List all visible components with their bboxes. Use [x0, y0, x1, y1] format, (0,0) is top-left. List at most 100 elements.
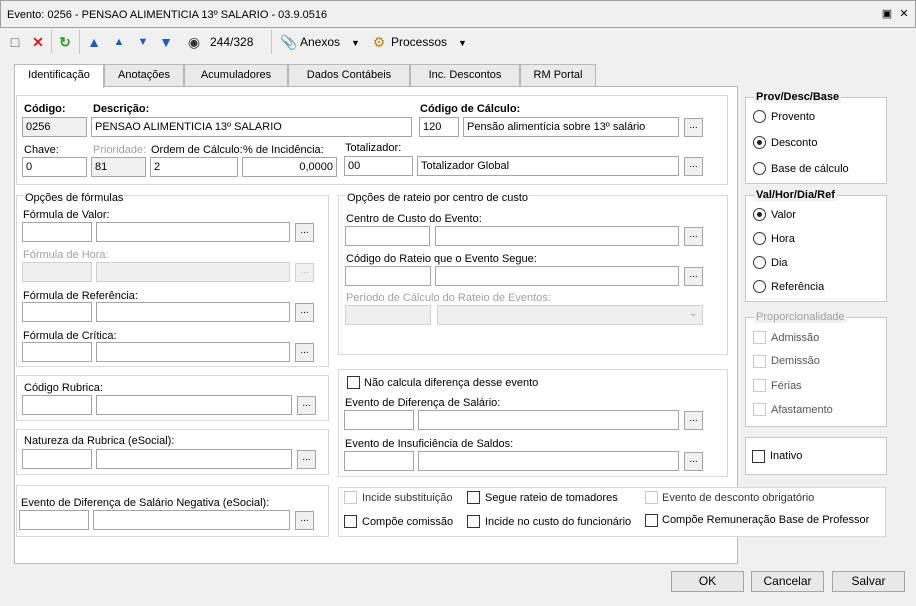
radio-referencia[interactable]	[753, 280, 766, 293]
first-record-icon[interactable]: ▲	[86, 34, 102, 50]
incide-substituicao-checkbox	[344, 491, 357, 504]
diferenca-negativa-code[interactable]	[19, 510, 89, 530]
codigo-rateio-code[interactable]	[345, 266, 431, 286]
formula-hora-code	[22, 262, 92, 282]
radio-hora[interactable]	[753, 232, 766, 245]
ferias-label: Férias	[771, 380, 802, 392]
codigo-rubrica-lookup-button[interactable]: ...	[297, 396, 316, 415]
codigo-rateio-label: Código do Rateio que o Evento Segue:	[346, 253, 537, 265]
compoe-remuneracao-label: Compõe Remuneração Base de Professor	[662, 514, 870, 526]
formula-referencia-desc[interactable]	[96, 302, 290, 322]
radio-base-calculo-label: Base de cálculo	[771, 163, 849, 175]
desconto-obrigatorio-checkbox	[645, 491, 658, 504]
tab-anotacoes[interactable]: Anotações	[104, 64, 184, 86]
radio-provento[interactable]	[753, 110, 766, 123]
attachment-icon[interactable]: 📎	[280, 34, 297, 50]
evento-diferenca-lookup-button[interactable]: ...	[684, 411, 703, 430]
codigo-field[interactable]: 0256	[22, 117, 87, 137]
codigo-rubrica-code[interactable]	[22, 395, 92, 415]
radio-dia[interactable]	[753, 256, 766, 269]
descricao-field[interactable]: PENSAO ALIMENTICIA 13º SALARIO	[91, 117, 412, 137]
radio-base-calculo[interactable]	[753, 162, 766, 175]
natureza-rubrica-label: Natureza da Rubrica (eSocial):	[24, 435, 175, 447]
incidencia-field[interactable]: 0,0000	[242, 157, 337, 177]
centro-custo-desc[interactable]	[435, 226, 679, 246]
evento-diferenca-desc[interactable]	[418, 410, 679, 430]
ordem-calculo-field[interactable]: 2	[150, 157, 238, 177]
totalizador-field[interactable]: 00	[344, 156, 413, 176]
diferenca-negativa-desc[interactable]	[93, 510, 290, 530]
tab-dados-contabeis[interactable]: Dados Contábeis	[288, 64, 410, 86]
chave-label: Chave:	[24, 144, 59, 156]
tab-inc-descontos[interactable]: Inc. Descontos	[410, 64, 520, 86]
codigo-calculo-label: Código de Cálculo:	[420, 103, 521, 115]
segue-rateio-checkbox[interactable]	[467, 491, 480, 504]
evento-insuficiencia-lookup-button[interactable]: ...	[684, 452, 703, 471]
centro-custo-label: Centro de Custo do Evento:	[346, 213, 482, 225]
formula-valor-lookup-button[interactable]: ...	[295, 223, 314, 242]
previous-record-icon[interactable]: ▲	[111, 34, 127, 50]
tab-acumuladores[interactable]: Acumuladores	[184, 64, 288, 86]
close-icon[interactable]: ✕	[898, 8, 910, 20]
natureza-rubrica-code[interactable]	[22, 449, 92, 469]
ok-button[interactable]: OK	[671, 571, 744, 592]
natureza-rubrica-desc[interactable]	[96, 449, 292, 469]
centro-custo-lookup-button[interactable]: ...	[684, 227, 703, 246]
compoe-comissao-label: Compõe comissão	[362, 516, 454, 528]
formula-critica-label: Fórmula de Crítica:	[23, 330, 117, 342]
cancel-button[interactable]: Cancelar	[751, 571, 824, 592]
refresh-icon[interactable]: ↻	[57, 34, 73, 50]
diferenca-negativa-label: Evento de Diferença de Salário Negativa …	[21, 497, 270, 509]
nao-calcula-diferenca-checkbox[interactable]	[347, 376, 360, 389]
delete-icon[interactable]: ✕	[30, 34, 46, 50]
radio-valor[interactable]	[753, 208, 766, 221]
compoe-remuneracao-checkbox[interactable]	[645, 514, 658, 527]
restore-icon[interactable]: ▣	[881, 8, 893, 20]
formula-referencia-label: Fórmula de Referência:	[23, 290, 138, 302]
radio-referencia-label: Referência	[771, 281, 825, 293]
next-record-icon[interactable]: ▼	[135, 34, 151, 50]
formula-critica-code[interactable]	[22, 342, 92, 362]
tab-rm-portal[interactable]: RM Portal	[520, 64, 596, 86]
incidencia-label: % de Incidência:	[243, 144, 324, 156]
inativo-label: Inativo	[770, 450, 803, 462]
processes-icon[interactable]: ⚙	[371, 34, 387, 50]
evento-insuficiencia-code[interactable]	[344, 451, 414, 471]
diferenca-negativa-lookup-button[interactable]: ...	[295, 511, 314, 530]
totalizador-lookup-button[interactable]: ...	[684, 157, 703, 176]
chave-field[interactable]: 0	[22, 157, 87, 177]
prioridade-label: Prioridade:	[93, 144, 147, 156]
formula-hora-desc	[96, 262, 290, 282]
formula-valor-code[interactable]	[22, 222, 92, 242]
binoculars-icon[interactable]: ◉	[186, 34, 202, 50]
codigo-rateio-desc[interactable]	[435, 266, 679, 286]
natureza-rubrica-lookup-button[interactable]: ...	[297, 450, 316, 469]
new-icon[interactable]: □	[7, 34, 23, 50]
save-button[interactable]: Salvar	[832, 571, 905, 592]
chevron-down-icon[interactable]: ▼	[458, 38, 467, 48]
codigo-rubrica-desc[interactable]	[96, 395, 292, 415]
codigo-label: Código:	[24, 103, 66, 115]
evento-diferenca-code[interactable]	[344, 410, 414, 430]
incide-custo-checkbox[interactable]	[467, 515, 480, 528]
last-record-icon[interactable]: ▼	[158, 34, 174, 50]
evento-insuficiencia-desc[interactable]	[418, 451, 679, 471]
compoe-comissao-checkbox[interactable]	[344, 515, 357, 528]
formula-valor-desc[interactable]	[96, 222, 290, 242]
attachments-menu[interactable]: Anexos	[300, 35, 340, 49]
formula-referencia-code[interactable]	[22, 302, 92, 322]
window-title: Evento: 0256 - PENSAO ALIMENTICIA 13º SA…	[7, 9, 328, 21]
codigo-calculo-lookup-button[interactable]: ...	[684, 118, 703, 137]
descricao-label: Descrição:	[93, 103, 150, 115]
codigo-rateio-lookup-button[interactable]: ...	[684, 267, 703, 286]
formula-referencia-lookup-button[interactable]: ...	[295, 303, 314, 322]
centro-custo-code[interactable]	[345, 226, 430, 246]
codigo-calculo-field[interactable]: 120	[419, 117, 459, 137]
inativo-checkbox[interactable]	[752, 450, 765, 463]
formula-critica-desc[interactable]	[96, 342, 290, 362]
chevron-down-icon[interactable]: ▼	[351, 38, 360, 48]
formula-critica-lookup-button[interactable]: ...	[295, 343, 314, 362]
radio-desconto[interactable]	[753, 136, 766, 149]
processes-menu[interactable]: Processos	[391, 35, 447, 49]
tab-identificacao[interactable]: Identificação	[14, 64, 104, 88]
